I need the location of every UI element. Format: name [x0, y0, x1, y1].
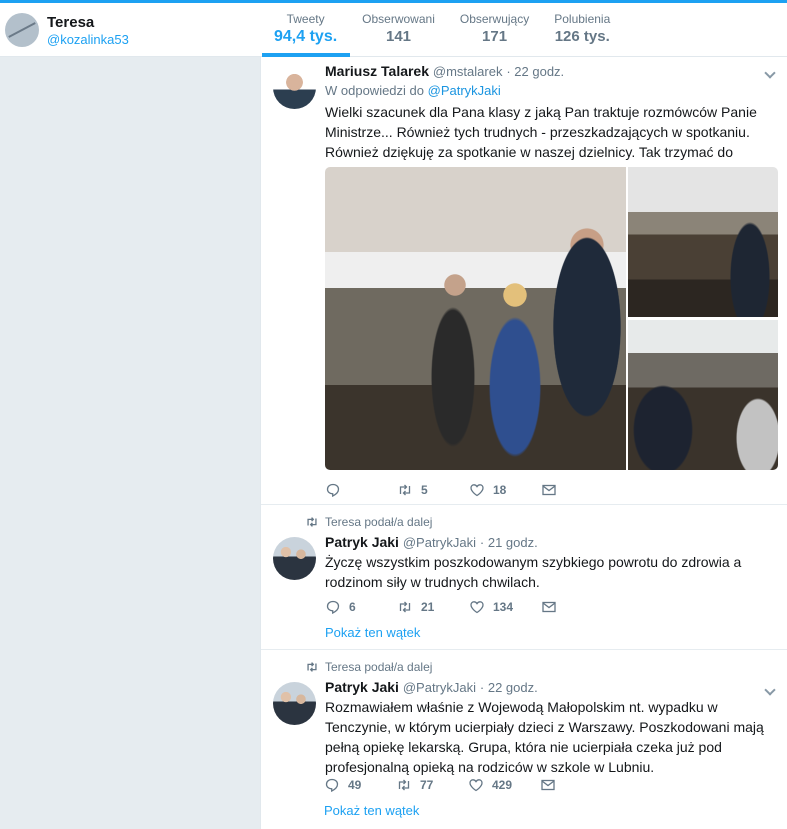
tweet-timestamp[interactable]: · 21 godz.	[480, 535, 538, 550]
tweet[interactable]: Mariusz Talarek @mstalarek · 22 godz. W …	[261, 57, 787, 505]
reply-count: 49	[348, 778, 362, 792]
tweet-author-handle[interactable]: @PatrykJaki	[403, 535, 476, 550]
tweet-author-handle[interactable]: @PatrykJaki	[403, 680, 476, 695]
retweet-icon	[397, 599, 413, 615]
profile-name[interactable]: Teresa	[47, 14, 129, 31]
stat-following[interactable]: Obserwowani 141	[350, 3, 448, 57]
tweet-photo[interactable]	[325, 167, 626, 470]
stat-label: Obserwujący	[459, 12, 530, 26]
avatar[interactable]	[273, 537, 316, 580]
stat-value: 126 tys.	[554, 28, 610, 45]
profile-stats: Tweety 94,4 tys. Obserwowani 141 Obserwu…	[262, 3, 623, 57]
reply-icon	[325, 482, 341, 498]
reply-count: 6	[349, 600, 356, 614]
envelope-icon	[540, 777, 556, 793]
tweet-actions: 5 18	[325, 482, 613, 498]
stat-label: Obserwowani	[362, 12, 435, 26]
envelope-icon	[541, 599, 557, 615]
show-thread-link[interactable]: Pokaż ten wątek	[324, 803, 419, 818]
retweet-context: Teresa podał/a dalej	[305, 660, 432, 674]
tweet-text: Rozmawiałem właśnie z Wojewodą Małopolsk…	[325, 699, 764, 775]
stat-label: Tweety	[286, 12, 325, 26]
retweet-icon	[305, 515, 319, 529]
retweet-icon	[305, 660, 319, 674]
stat-likes[interactable]: Polubienia 126 tys.	[542, 3, 623, 57]
profile-card[interactable]: Teresa @kozalinka53	[5, 13, 129, 47]
stat-value: 171	[482, 28, 508, 45]
like-count: 134	[493, 600, 514, 614]
tweet-stream: Mariusz Talarek @mstalarek · 22 godz. W …	[260, 57, 787, 829]
show-thread-link[interactable]: Pokaż ten wątek	[325, 625, 420, 640]
retweet-context: Teresa podał/a dalej	[305, 515, 432, 529]
like-button[interactable]: 134	[469, 599, 541, 615]
tweet-photo[interactable]	[628, 167, 778, 317]
stat-value: 94,4 tys.	[274, 28, 338, 45]
tweet-header: Mariusz Talarek @mstalarek · 22 godz.	[325, 63, 778, 79]
tweet[interactable]: Teresa podał/a dalej Patryk Jaki @Patryk…	[261, 505, 787, 650]
like-button[interactable]: 18	[469, 482, 541, 498]
retweeted-by-label[interactable]: Teresa podał/a dalej	[325, 660, 432, 674]
direct-message-button[interactable]	[541, 599, 613, 615]
envelope-icon	[541, 482, 557, 498]
stat-tweets[interactable]: Tweety 94,4 tys.	[262, 3, 351, 57]
retweet-button[interactable]: 77	[396, 777, 468, 793]
like-button[interactable]: 429	[468, 777, 540, 793]
avatar[interactable]	[273, 682, 316, 725]
reply-context: W odpowiedzi do @PatrykJaki	[325, 83, 778, 98]
profile-avatar[interactable]	[5, 13, 39, 47]
profile-nav-bar: Teresa @kozalinka53 Tweety 94,4 tys. Obs…	[0, 0, 787, 57]
tweet-actions: 6 21 134	[325, 599, 613, 615]
heart-icon	[469, 482, 485, 498]
tweet-author-name[interactable]: Mariusz Talarek	[325, 63, 429, 79]
retweet-count: 5	[421, 483, 428, 497]
reply-to-link[interactable]: @PatrykJaki	[428, 83, 501, 98]
tweet-header: Patryk Jaki @PatrykJaki · 21 godz.	[325, 534, 778, 550]
stat-followers[interactable]: Obserwujący 171	[448, 3, 542, 57]
like-count: 429	[492, 778, 513, 792]
tweet-text: Życzę wszystkim poszkodowanym szybkiego …	[325, 554, 742, 590]
avatar[interactable]	[273, 66, 316, 109]
tweet-header: Patryk Jaki @PatrykJaki · 22 godz.	[325, 679, 778, 695]
profile-handle[interactable]: @kozalinka53	[47, 32, 129, 47]
retweet-icon	[397, 482, 413, 498]
tweet-timestamp[interactable]: · 22 godz.	[506, 64, 564, 79]
tweet-photo-grid	[325, 167, 778, 470]
reply-icon	[325, 599, 341, 615]
tweet-author-name[interactable]: Patryk Jaki	[325, 534, 399, 550]
tweet-actions: 49 77 429	[324, 777, 612, 793]
retweet-button[interactable]: 5	[397, 482, 469, 498]
direct-message-button[interactable]	[540, 777, 612, 793]
like-count: 18	[493, 483, 507, 497]
heart-icon	[468, 777, 484, 793]
retweet-button[interactable]: 21	[397, 599, 469, 615]
stat-label: Polubienia	[554, 12, 611, 26]
tweet-author-name[interactable]: Patryk Jaki	[325, 679, 399, 695]
reply-button[interactable]	[325, 482, 397, 498]
reply-prefix: W odpowiedzi do	[325, 83, 424, 98]
retweeted-by-label[interactable]: Teresa podał/a dalej	[325, 515, 432, 529]
tweet-timestamp[interactable]: · 22 godz.	[480, 680, 538, 695]
tweet-author-handle[interactable]: @mstalarek	[433, 64, 503, 79]
retweet-count: 21	[421, 600, 435, 614]
heart-icon	[469, 599, 485, 615]
reply-button[interactable]: 49	[324, 777, 396, 793]
direct-message-button[interactable]	[541, 482, 613, 498]
retweet-icon	[396, 777, 412, 793]
tweet-photo[interactable]	[628, 320, 778, 470]
reply-button[interactable]: 6	[325, 599, 397, 615]
retweet-count: 77	[420, 778, 434, 792]
stat-value: 141	[385, 28, 412, 45]
reply-icon	[324, 777, 340, 793]
